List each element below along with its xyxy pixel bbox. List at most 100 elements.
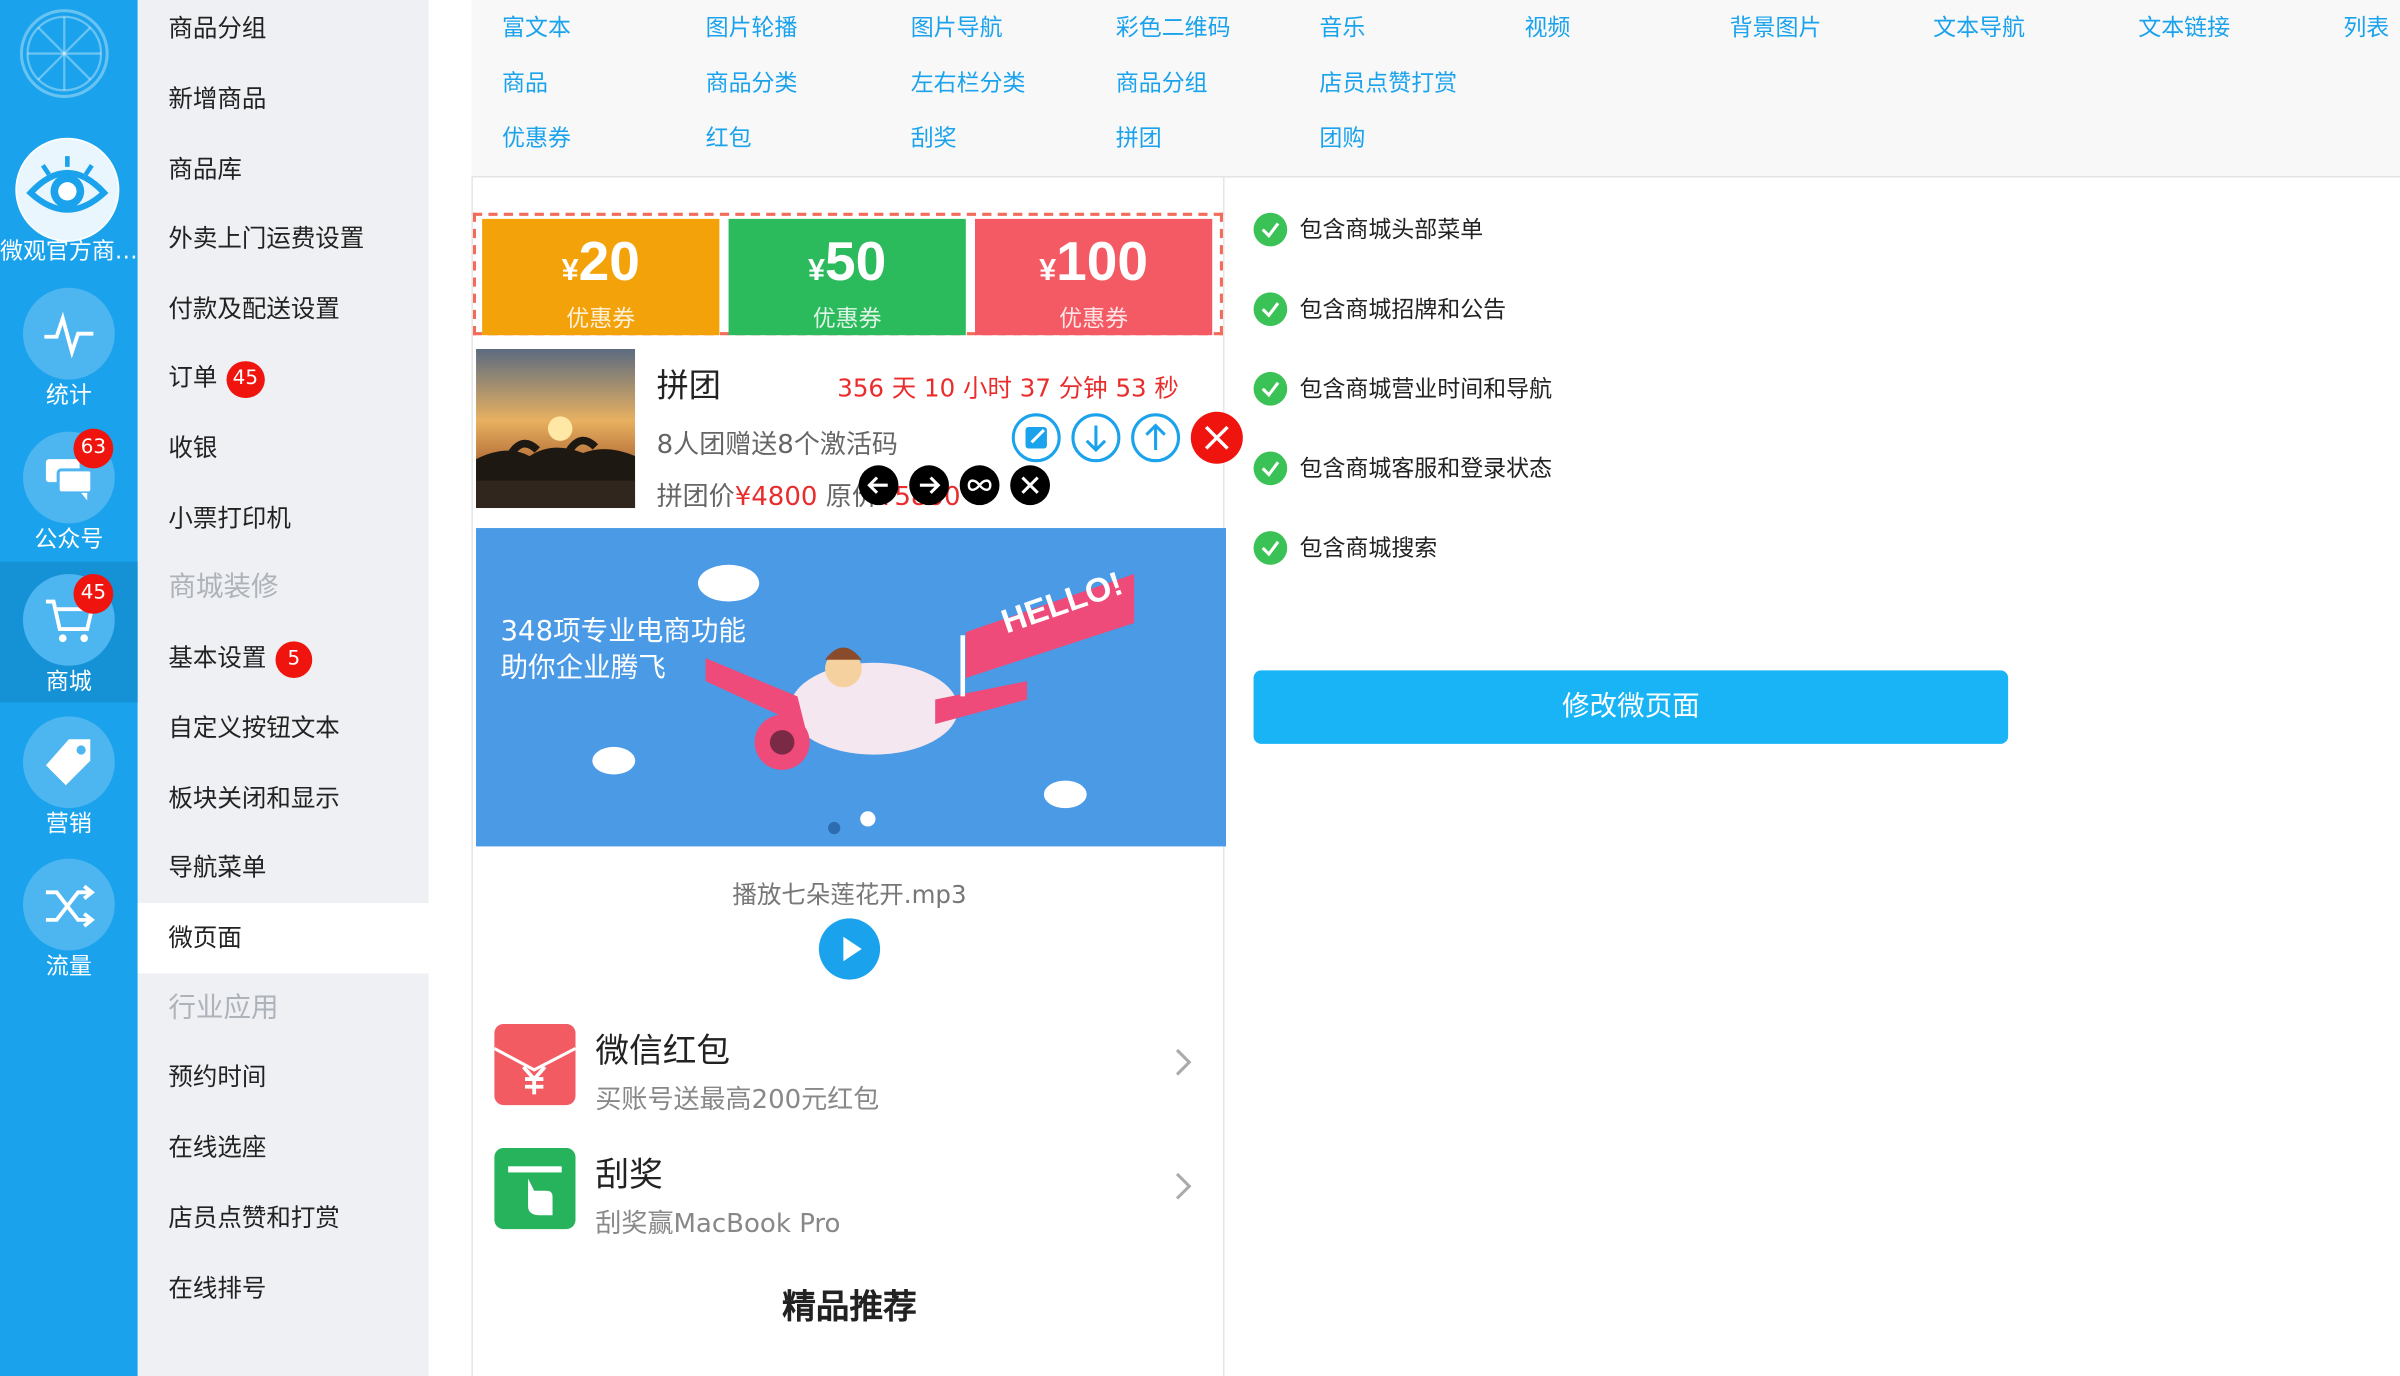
check-item[interactable]: 包含商城营业时间和导航 <box>1253 370 1552 407</box>
check-item[interactable]: 包含商城客服和登录状态 <box>1253 450 1552 487</box>
coupon-card[interactable]: ¥100 优惠券 <box>974 218 1213 336</box>
palette-red-packet[interactable]: 红包 <box>706 121 752 153</box>
group-buy-card[interactable]: 拼团 356 天 10 小时 37 分钟 53 秒 8人团赠送8个激活码 拼团价… <box>473 346 1243 514</box>
check-item[interactable]: 包含商城招牌和公告 <box>1253 291 1506 328</box>
menu-item-nav-menu[interactable]: 导航菜单 <box>138 833 429 903</box>
palette-text-link[interactable]: 文本链接 <box>2138 11 2230 43</box>
palette-group-buy[interactable]: 拼团 <box>1116 121 1162 153</box>
rail-label: 统计 <box>45 381 92 409</box>
rail-item-marketing[interactable]: 营销 <box>0 704 138 845</box>
close-icon[interactable] <box>1010 465 1050 506</box>
chevron-right-icon <box>1174 1045 1192 1085</box>
move-up-icon[interactable] <box>1131 413 1181 463</box>
rail-label: 公众号 <box>34 524 104 553</box>
menu-item-add-product[interactable]: 新增商品 <box>138 64 429 134</box>
group-buy-title: 拼团 <box>656 367 721 405</box>
palette-video[interactable]: 视频 <box>1524 11 1570 43</box>
palette-text-nav[interactable]: 文本导航 <box>1933 11 2025 43</box>
palette-staff-tips[interactable]: 店员点赞打赏 <box>1319 66 1457 98</box>
check-item[interactable]: 包含商城搜索 <box>1253 530 1437 567</box>
palette-bg-image[interactable]: 背景图片 <box>1730 11 1822 43</box>
menu-item-booking-time[interactable]: 预约时间 <box>138 1042 429 1112</box>
rail-item-wechat[interactable]: 63 公众号 <box>0 419 138 560</box>
icon-rail: 微观官方商… 统计 63 公众号 45 商城 营销 流量 <box>0 0 138 1376</box>
menu-item-micro-page[interactable]: 微页面 <box>137 903 429 974</box>
palette-team-buy[interactable]: 团购 <box>1319 121 1365 153</box>
recommend-heading: 精品推荐 <box>782 1288 917 1328</box>
rail-item-traffic[interactable]: 流量 <box>0 846 138 987</box>
secondary-menu: 商品分组 新增商品 商品库 外卖上门运费设置 付款及配送设置 订单 45 收银 小… <box>137 0 429 1376</box>
pulse-icon <box>22 287 115 380</box>
rail-label: 流量 <box>45 952 92 980</box>
sunset-image <box>476 348 636 509</box>
menu-item-basic-settings[interactable]: 基本设置 5 <box>138 623 429 693</box>
menu-item-product-group[interactable]: 商品分组 <box>138 0 429 64</box>
palette-image-nav[interactable]: 图片导航 <box>911 11 1003 43</box>
menu-section-decoration: 商城装修 <box>168 570 279 604</box>
red-packet-icon <box>493 1023 577 1106</box>
group-buy-timer: 356 天 10 小时 37 分钟 53 秒 <box>837 373 1179 403</box>
rail-item-shop-profile[interactable]: 微观官方商… <box>0 132 138 273</box>
scratch-icon <box>494 1147 576 1230</box>
palette-scratch[interactable]: 刮奖 <box>911 121 957 153</box>
menu-item-seat-selection[interactable]: 在线选座 <box>138 1113 429 1183</box>
rail-label: 营销 <box>45 809 92 838</box>
coupon-card[interactable]: ¥50 优惠券 <box>728 218 966 336</box>
palette-image-carousel[interactable]: 图片轮播 <box>706 11 798 43</box>
infinity-icon[interactable] <box>959 465 1000 506</box>
menu-item-product-library[interactable]: 商品库 <box>138 135 429 205</box>
list-item-subtitle: 买账号送最高200元红包 <box>595 1085 880 1116</box>
menu-item-cashier[interactable]: 收银 <box>138 413 429 483</box>
list-item-red-packet[interactable]: 微信红包 买账号送最高200元红包 <box>473 1009 1226 1131</box>
palette-product[interactable]: 商品 <box>502 66 548 98</box>
menu-item-orders[interactable]: 订单 45 <box>138 343 429 413</box>
rail-label: 商城 <box>45 667 92 695</box>
check-icon <box>1253 211 1288 246</box>
palette-two-column-category[interactable]: 左右栏分类 <box>911 66 1026 98</box>
menu-item-receipt-printer[interactable]: 小票打印机 <box>138 484 429 554</box>
menu-item-block-visibility[interactable]: 板块关闭和显示 <box>138 764 429 834</box>
list-item-title: 刮奖 <box>595 1157 663 1196</box>
rail-item-stats[interactable]: 统计 <box>0 276 138 417</box>
banner-text: 348项专业电商功能 助你企业腾飞 <box>500 615 746 685</box>
palette-coupon[interactable]: 优惠券 <box>502 121 571 153</box>
check-icon <box>1253 371 1288 405</box>
edit-micro-page-button[interactable]: 修改微页面 <box>1253 670 2009 744</box>
component-palette: 富文本 图片轮播 图片导航 彩色二维码 音乐 视频 背景图片 文本导航 文本链接… <box>471 0 2400 178</box>
palette-rich-text[interactable]: 富文本 <box>502 11 571 43</box>
rail-item-mall[interactable]: 45 商城 <box>0 561 138 703</box>
palette-product-category[interactable]: 商品分类 <box>706 66 798 98</box>
menu-item-payment-shipping[interactable]: 付款及配送设置 <box>138 274 429 344</box>
mall-badge: 45 <box>73 573 114 614</box>
promo-banner[interactable]: 348项专业电商功能 助你企业腾飞 HELLO! <box>476 528 1227 847</box>
arrow-right-icon[interactable] <box>909 465 949 506</box>
arrow-left-icon[interactable] <box>858 465 899 506</box>
group-buy-desc: 8人团赠送8个激活码 <box>656 430 898 461</box>
palette-color-qrcode[interactable]: 彩色二维码 <box>1116 11 1231 43</box>
menu-item-custom-button-text[interactable]: 自定义按钮文本 <box>138 693 429 763</box>
menu-item-delivery-fee[interactable]: 外卖上门运费设置 <box>138 204 429 274</box>
menu-section-industry: 行业应用 <box>168 991 279 1024</box>
move-down-icon[interactable] <box>1071 413 1121 463</box>
coupon-card[interactable]: ¥20 优惠券 <box>482 218 720 336</box>
palette-music[interactable]: 音乐 <box>1319 11 1365 43</box>
edit-icon[interactable] <box>1011 413 1061 463</box>
check-item[interactable]: 包含商城头部菜单 <box>1253 211 1483 248</box>
list-item-subtitle: 刮奖赢MacBook Pro <box>595 1209 841 1240</box>
page-settings: 包含商城头部菜单 包含商城招牌和公告 包含商城营业时间和导航 包含商城客服和登录… <box>1224 178 2400 1376</box>
shuffle-icon <box>22 858 115 951</box>
list-item-scratch[interactable]: 刮奖 刮奖赢MacBook Pro <box>473 1133 1226 1255</box>
play-icon[interactable] <box>818 918 881 980</box>
coupon-block[interactable]: ¥20 优惠券 ¥50 优惠券 ¥100 优惠券 <box>472 212 1223 336</box>
chevron-right-icon <box>1174 1169 1192 1209</box>
menu-item-queue[interactable]: 在线排号 <box>138 1254 429 1324</box>
list-item-title: 微信红包 <box>595 1033 731 1072</box>
rail-label: 微观官方商… <box>0 237 138 265</box>
basic-settings-badge: 5 <box>275 640 313 678</box>
orders-badge: 45 <box>226 360 265 398</box>
eye-icon <box>15 137 120 242</box>
menu-item-staff-tips[interactable]: 店员点赞和打赏 <box>138 1183 429 1253</box>
palette-list[interactable]: 列表 <box>2343 11 2389 43</box>
page-preview: ¥20 优惠券 ¥50 优惠券 ¥100 优惠券 拼团 356 天 10 小时 … <box>471 177 1243 1376</box>
palette-product-group[interactable]: 商品分组 <box>1116 66 1208 98</box>
